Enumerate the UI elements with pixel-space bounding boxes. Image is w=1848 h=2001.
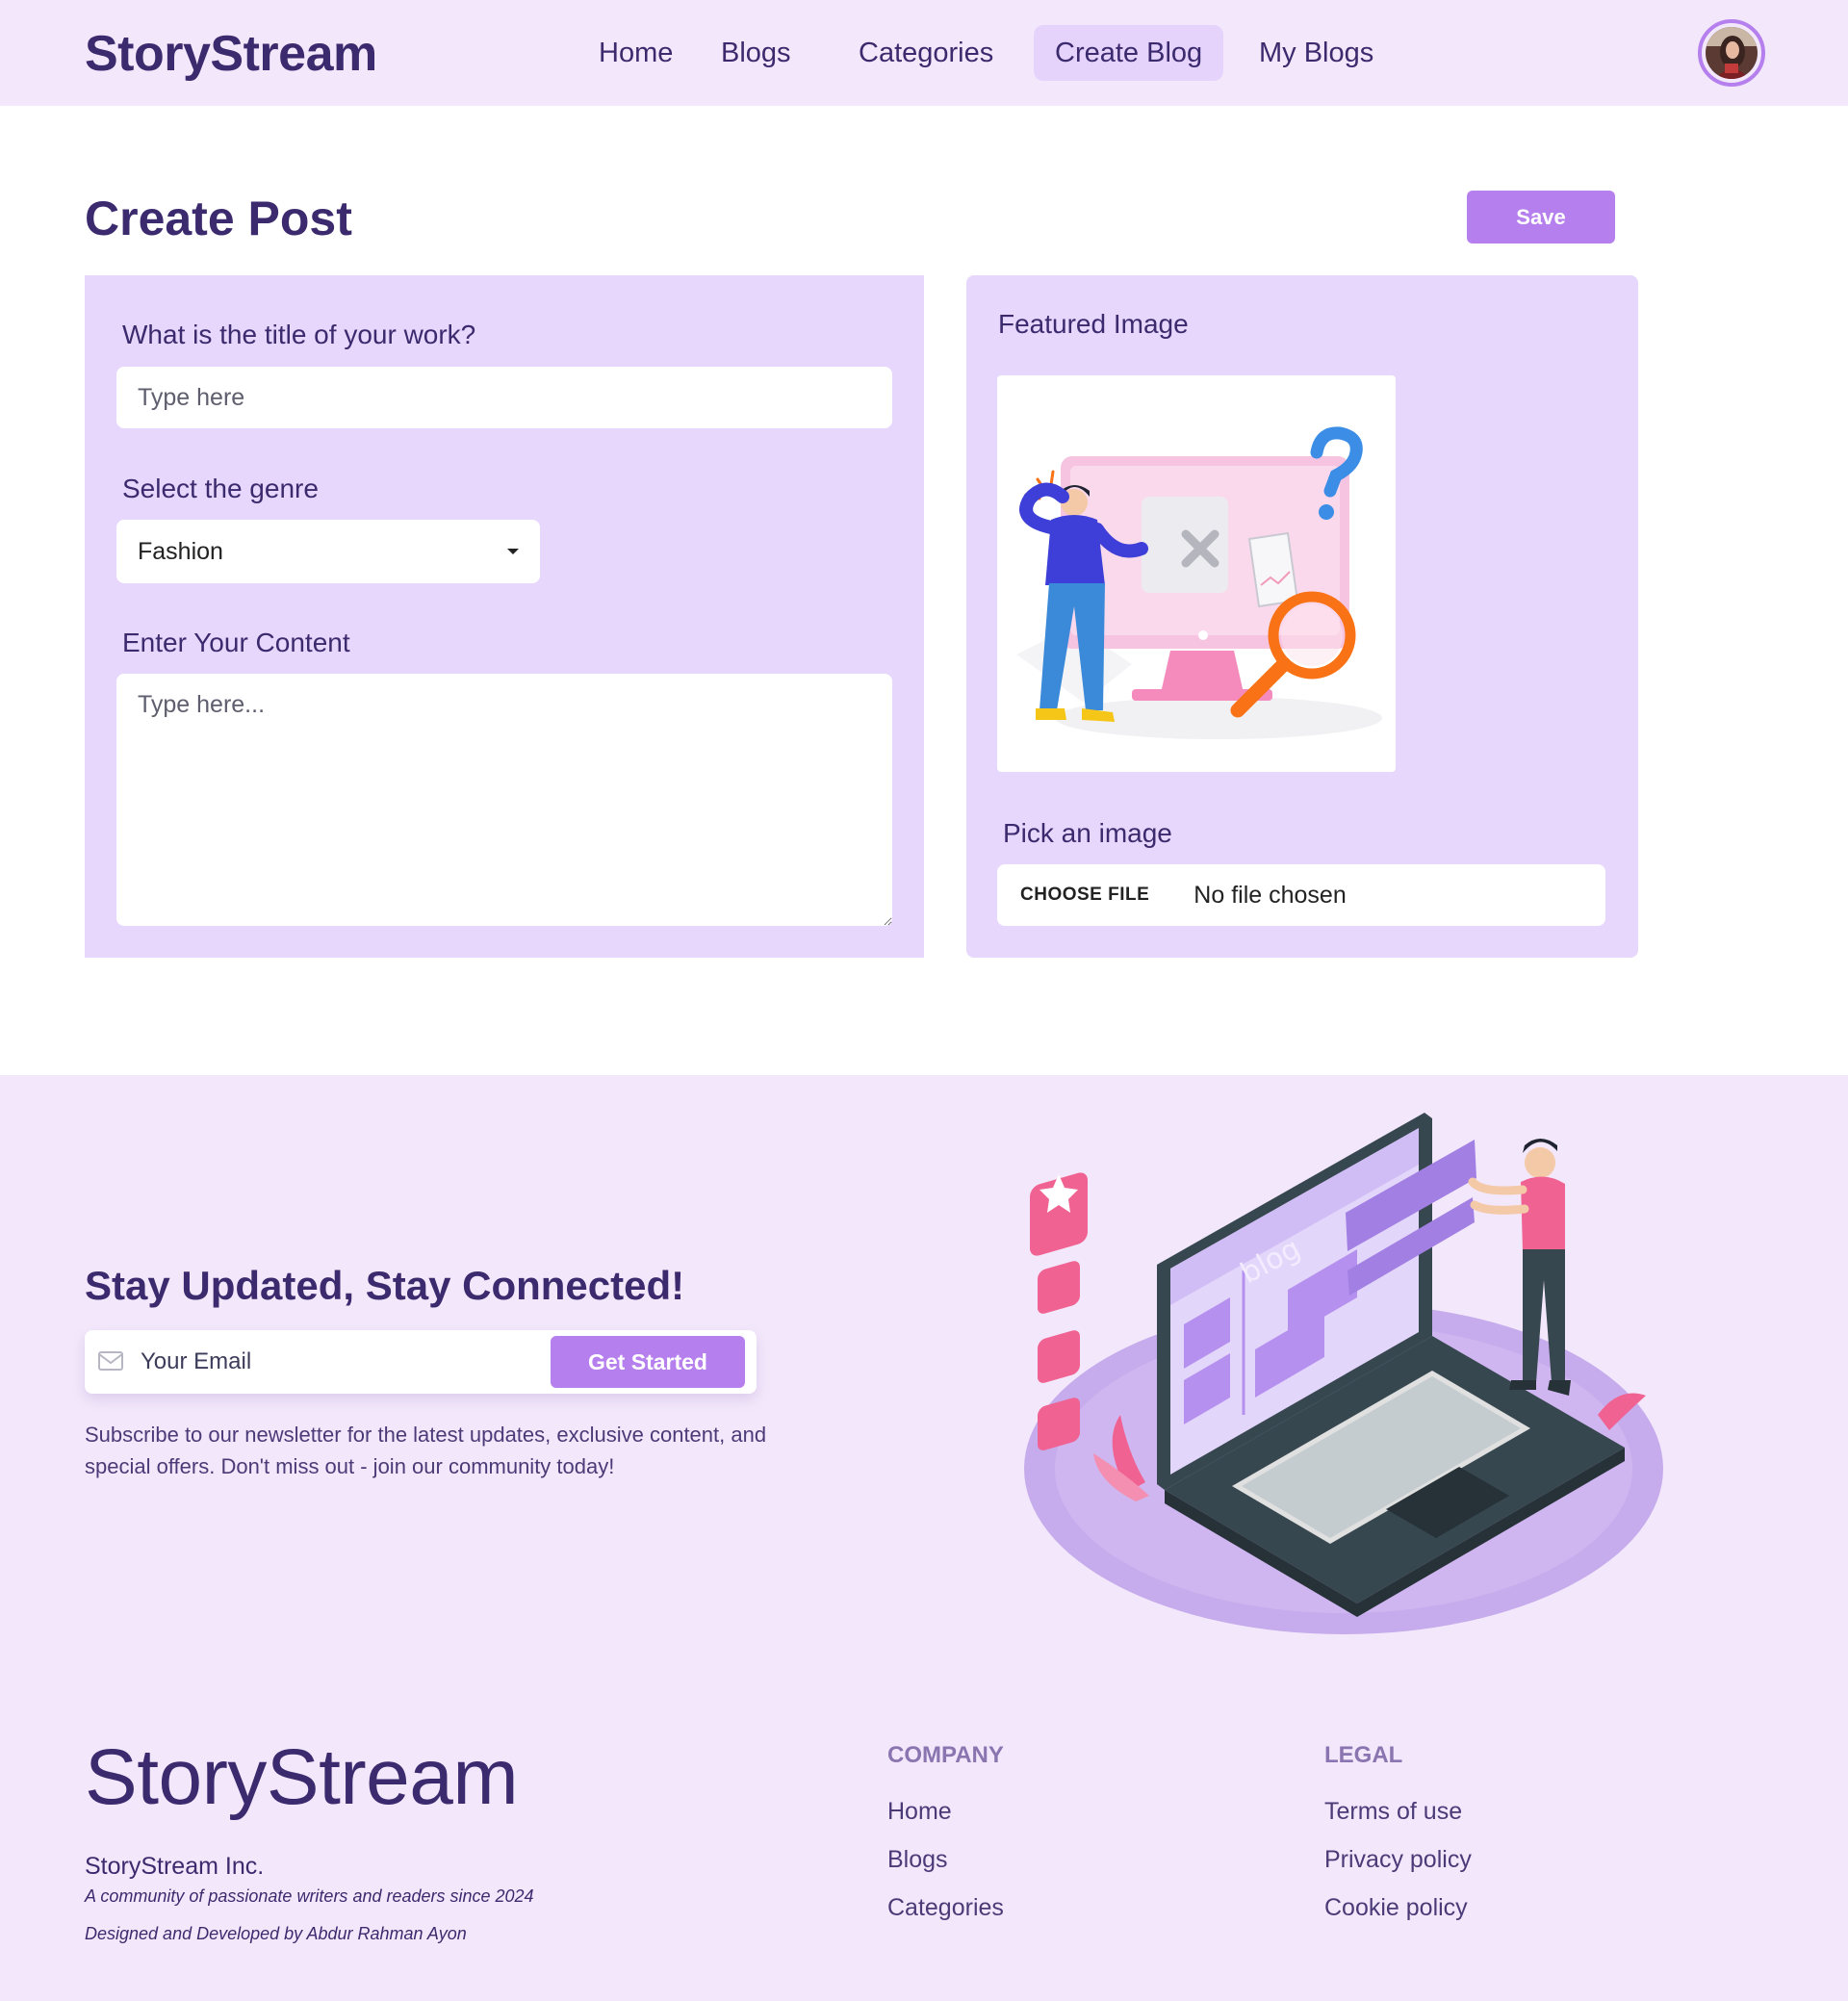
- legal-heading: LEGAL: [1324, 1742, 1403, 1768]
- featured-image-preview: [997, 375, 1396, 772]
- get-started-button[interactable]: Get Started: [551, 1336, 745, 1388]
- footer-link-cookie[interactable]: Cookie policy: [1324, 1894, 1468, 1922]
- no-image-illustration: [1016, 426, 1382, 739]
- avatar-photo: [1706, 27, 1758, 79]
- content-textarea[interactable]: [116, 674, 892, 926]
- newsletter-description: Subscribe to our newsletter for the late…: [85, 1423, 767, 1478]
- save-button[interactable]: Save: [1467, 191, 1615, 244]
- company-name: StoryStream Inc.: [85, 1853, 265, 1880]
- mail-icon: [98, 1351, 123, 1371]
- brand-logo[interactable]: StoryStream: [85, 25, 377, 83]
- genre-select[interactable]: Fashion: [116, 520, 540, 583]
- nav-categories[interactable]: Categories: [837, 25, 1014, 81]
- page-title: Create Post: [85, 192, 352, 245]
- newsletter-title: Stay Updated, Stay Connected!: [85, 1263, 685, 1308]
- featured-image-panel: Featured Image Pick an image CHOOSE FILE…: [966, 275, 1638, 958]
- newsletter-form: Get Started: [85, 1330, 757, 1394]
- footer-link-home[interactable]: Home: [887, 1798, 952, 1826]
- content-label: Enter Your Content: [122, 628, 350, 657]
- footer-link-blogs[interactable]: Blogs: [887, 1846, 948, 1874]
- credits: Designed and Developed by Abdur Rahman A…: [85, 1924, 467, 1943]
- blog-laptop-illustration: blog: [1024, 1113, 1663, 1634]
- genre-label: Select the genre: [122, 474, 319, 503]
- nav-my-blogs[interactable]: My Blogs: [1238, 25, 1395, 81]
- top-navbar: StoryStream Home Blogs Categories Create…: [0, 0, 1848, 106]
- post-form-panel: What is the title of your work? Select t…: [85, 275, 924, 958]
- avatar: [1706, 27, 1758, 79]
- nav-home[interactable]: Home: [578, 25, 694, 81]
- tagline: A community of passionate writers and re…: [85, 1886, 534, 1906]
- company-heading: COMPANY: [887, 1742, 1004, 1768]
- title-label: What is the title of your work?: [122, 320, 476, 349]
- featured-image-label: Featured Image: [998, 309, 1189, 339]
- title-input[interactable]: [116, 367, 892, 428]
- file-input[interactable]: CHOOSE FILE No file chosen: [997, 864, 1605, 926]
- pick-image-label: Pick an image: [1003, 818, 1172, 848]
- chevron-down-icon: [507, 549, 519, 554]
- file-status-text: No file chosen: [1194, 881, 1347, 909]
- footer-link-categories[interactable]: Categories: [887, 1894, 1004, 1922]
- nav-blogs[interactable]: Blogs: [700, 25, 812, 81]
- email-input[interactable]: [133, 1338, 537, 1386]
- user-avatar-button[interactable]: [1698, 19, 1765, 87]
- footer-link-terms[interactable]: Terms of use: [1324, 1798, 1462, 1826]
- choose-file-button[interactable]: CHOOSE FILE: [1020, 885, 1149, 906]
- genre-selected-value: Fashion: [138, 537, 223, 565]
- footer-link-privacy[interactable]: Privacy policy: [1324, 1846, 1472, 1874]
- footer-brand: StoryStream: [85, 1733, 519, 1821]
- nav-create-blog[interactable]: Create Blog: [1034, 25, 1224, 81]
